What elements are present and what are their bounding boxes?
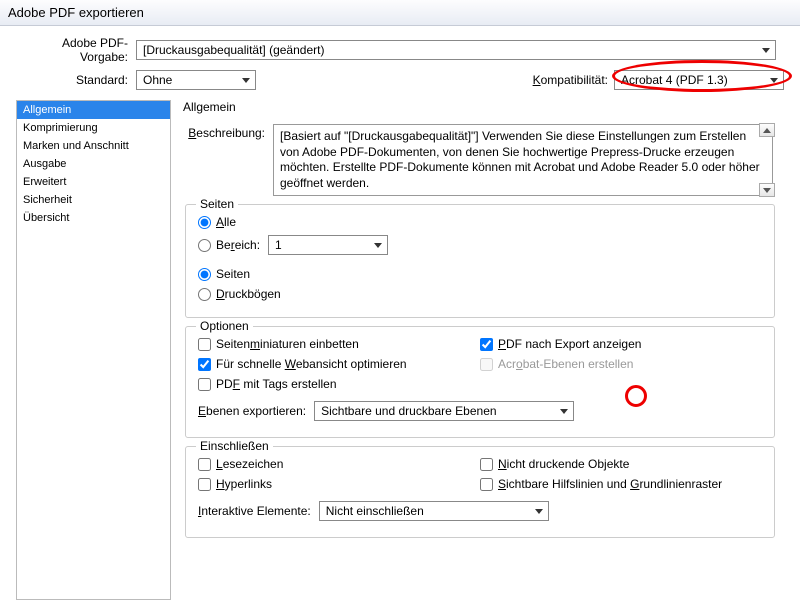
check-fastweb[interactable]: [198, 358, 211, 371]
options-group-title: Optionen: [196, 319, 253, 333]
panel-heading: Allgemein: [183, 100, 784, 114]
check-nonprinting[interactable]: [480, 458, 493, 471]
check-bookmarks[interactable]: [198, 458, 211, 471]
preset-value: [Druckausgabequalität] (geändert): [143, 43, 324, 57]
standard-label: Standard:: [16, 73, 136, 87]
radio-spreads[interactable]: [198, 288, 211, 301]
interactive-select[interactable]: Nicht einschließen: [319, 501, 549, 521]
compat-label: Kompatibilität:: [533, 73, 608, 87]
standard-select[interactable]: Ohne: [136, 70, 256, 90]
export-layers-value: Sichtbare und druckbare Ebenen: [321, 404, 496, 418]
window-titlebar: Adobe PDF exportieren: [0, 0, 800, 26]
check-guides[interactable]: [480, 478, 493, 491]
pages-group: Seiten Alle Bereich: 1 Seiten: [185, 204, 775, 318]
check-nonprinting-label: Nicht druckende Objekte: [498, 457, 629, 471]
options-group: Optionen Seitenminiaturen einbetten Für …: [185, 326, 775, 438]
description-text[interactable]: [Basiert auf "[Druckausgabequalität]"] V…: [273, 124, 773, 196]
standard-value: Ohne: [143, 73, 172, 87]
sidebar-item-marken[interactable]: Marken und Anschnitt: [17, 137, 170, 155]
check-tagged-label: PDF mit Tags erstellen: [216, 377, 337, 391]
check-hyperlinks[interactable]: [198, 478, 211, 491]
check-hyperlinks-label: Hyperlinks: [216, 477, 272, 491]
check-viewafter-label: PDF nach Export anzeigen: [498, 337, 641, 351]
interactive-value: Nicht einschließen: [326, 504, 424, 518]
check-thumbnails-label: Seitenminiaturen einbetten: [216, 337, 359, 351]
export-layers-label: Ebenen exportieren:: [198, 404, 306, 418]
description-label: Beschreibung:: [183, 124, 273, 140]
check-viewafter[interactable]: [480, 338, 493, 351]
compat-select[interactable]: Acrobat 4 (PDF 1.3): [614, 70, 784, 90]
sidebar-item-uebersicht[interactable]: Übersicht: [17, 209, 170, 227]
radio-range[interactable]: [198, 239, 211, 252]
radio-pages[interactable]: [198, 268, 211, 281]
sidebar-item-ausgabe[interactable]: Ausgabe: [17, 155, 170, 173]
radio-all[interactable]: [198, 216, 211, 229]
check-fastweb-label: Für schnelle Webansicht optimieren: [216, 357, 407, 371]
sidebar: Allgemein Komprimierung Marken und Ansch…: [16, 100, 171, 600]
window-title: Adobe PDF exportieren: [8, 5, 144, 20]
compat-value: Acrobat 4 (PDF 1.3): [621, 73, 728, 87]
scroll-up-icon[interactable]: [759, 123, 775, 137]
radio-all-label: Alle: [216, 215, 236, 229]
sidebar-item-allgemein[interactable]: Allgemein: [17, 101, 170, 119]
check-tagged[interactable]: [198, 378, 211, 391]
sidebar-item-komprimierung[interactable]: Komprimierung: [17, 119, 170, 137]
range-select[interactable]: 1: [268, 235, 388, 255]
check-bookmarks-label: Lesezeichen: [216, 457, 283, 471]
pages-group-title: Seiten: [196, 197, 238, 211]
sidebar-item-sicherheit[interactable]: Sicherheit: [17, 191, 170, 209]
check-guides-label: Sichtbare Hilfslinien und Grundlinienras…: [498, 477, 722, 491]
check-thumbnails[interactable]: [198, 338, 211, 351]
include-group-title: Einschließen: [196, 439, 273, 453]
preset-select[interactable]: [Druckausgabequalität] (geändert): [136, 40, 776, 60]
preset-label: Adobe PDF-Vorgabe:: [16, 36, 136, 64]
scroll-down-icon[interactable]: [759, 183, 775, 197]
range-value: 1: [275, 238, 282, 252]
check-acrobat-layers-label: Acrobat-Ebenen erstellen: [498, 357, 633, 371]
interactive-label: Interaktive Elemente:: [198, 504, 311, 518]
export-layers-select[interactable]: Sichtbare und druckbare Ebenen: [314, 401, 574, 421]
radio-range-label: Bereich:: [216, 238, 260, 252]
check-acrobat-layers: [480, 358, 493, 371]
include-group: Einschließen Lesezeichen Hyperlinks: [185, 446, 775, 538]
sidebar-item-erweitert[interactable]: Erweitert: [17, 173, 170, 191]
radio-pages-label: Seiten: [216, 267, 250, 281]
radio-spreads-label: Druckbögen: [216, 287, 281, 301]
